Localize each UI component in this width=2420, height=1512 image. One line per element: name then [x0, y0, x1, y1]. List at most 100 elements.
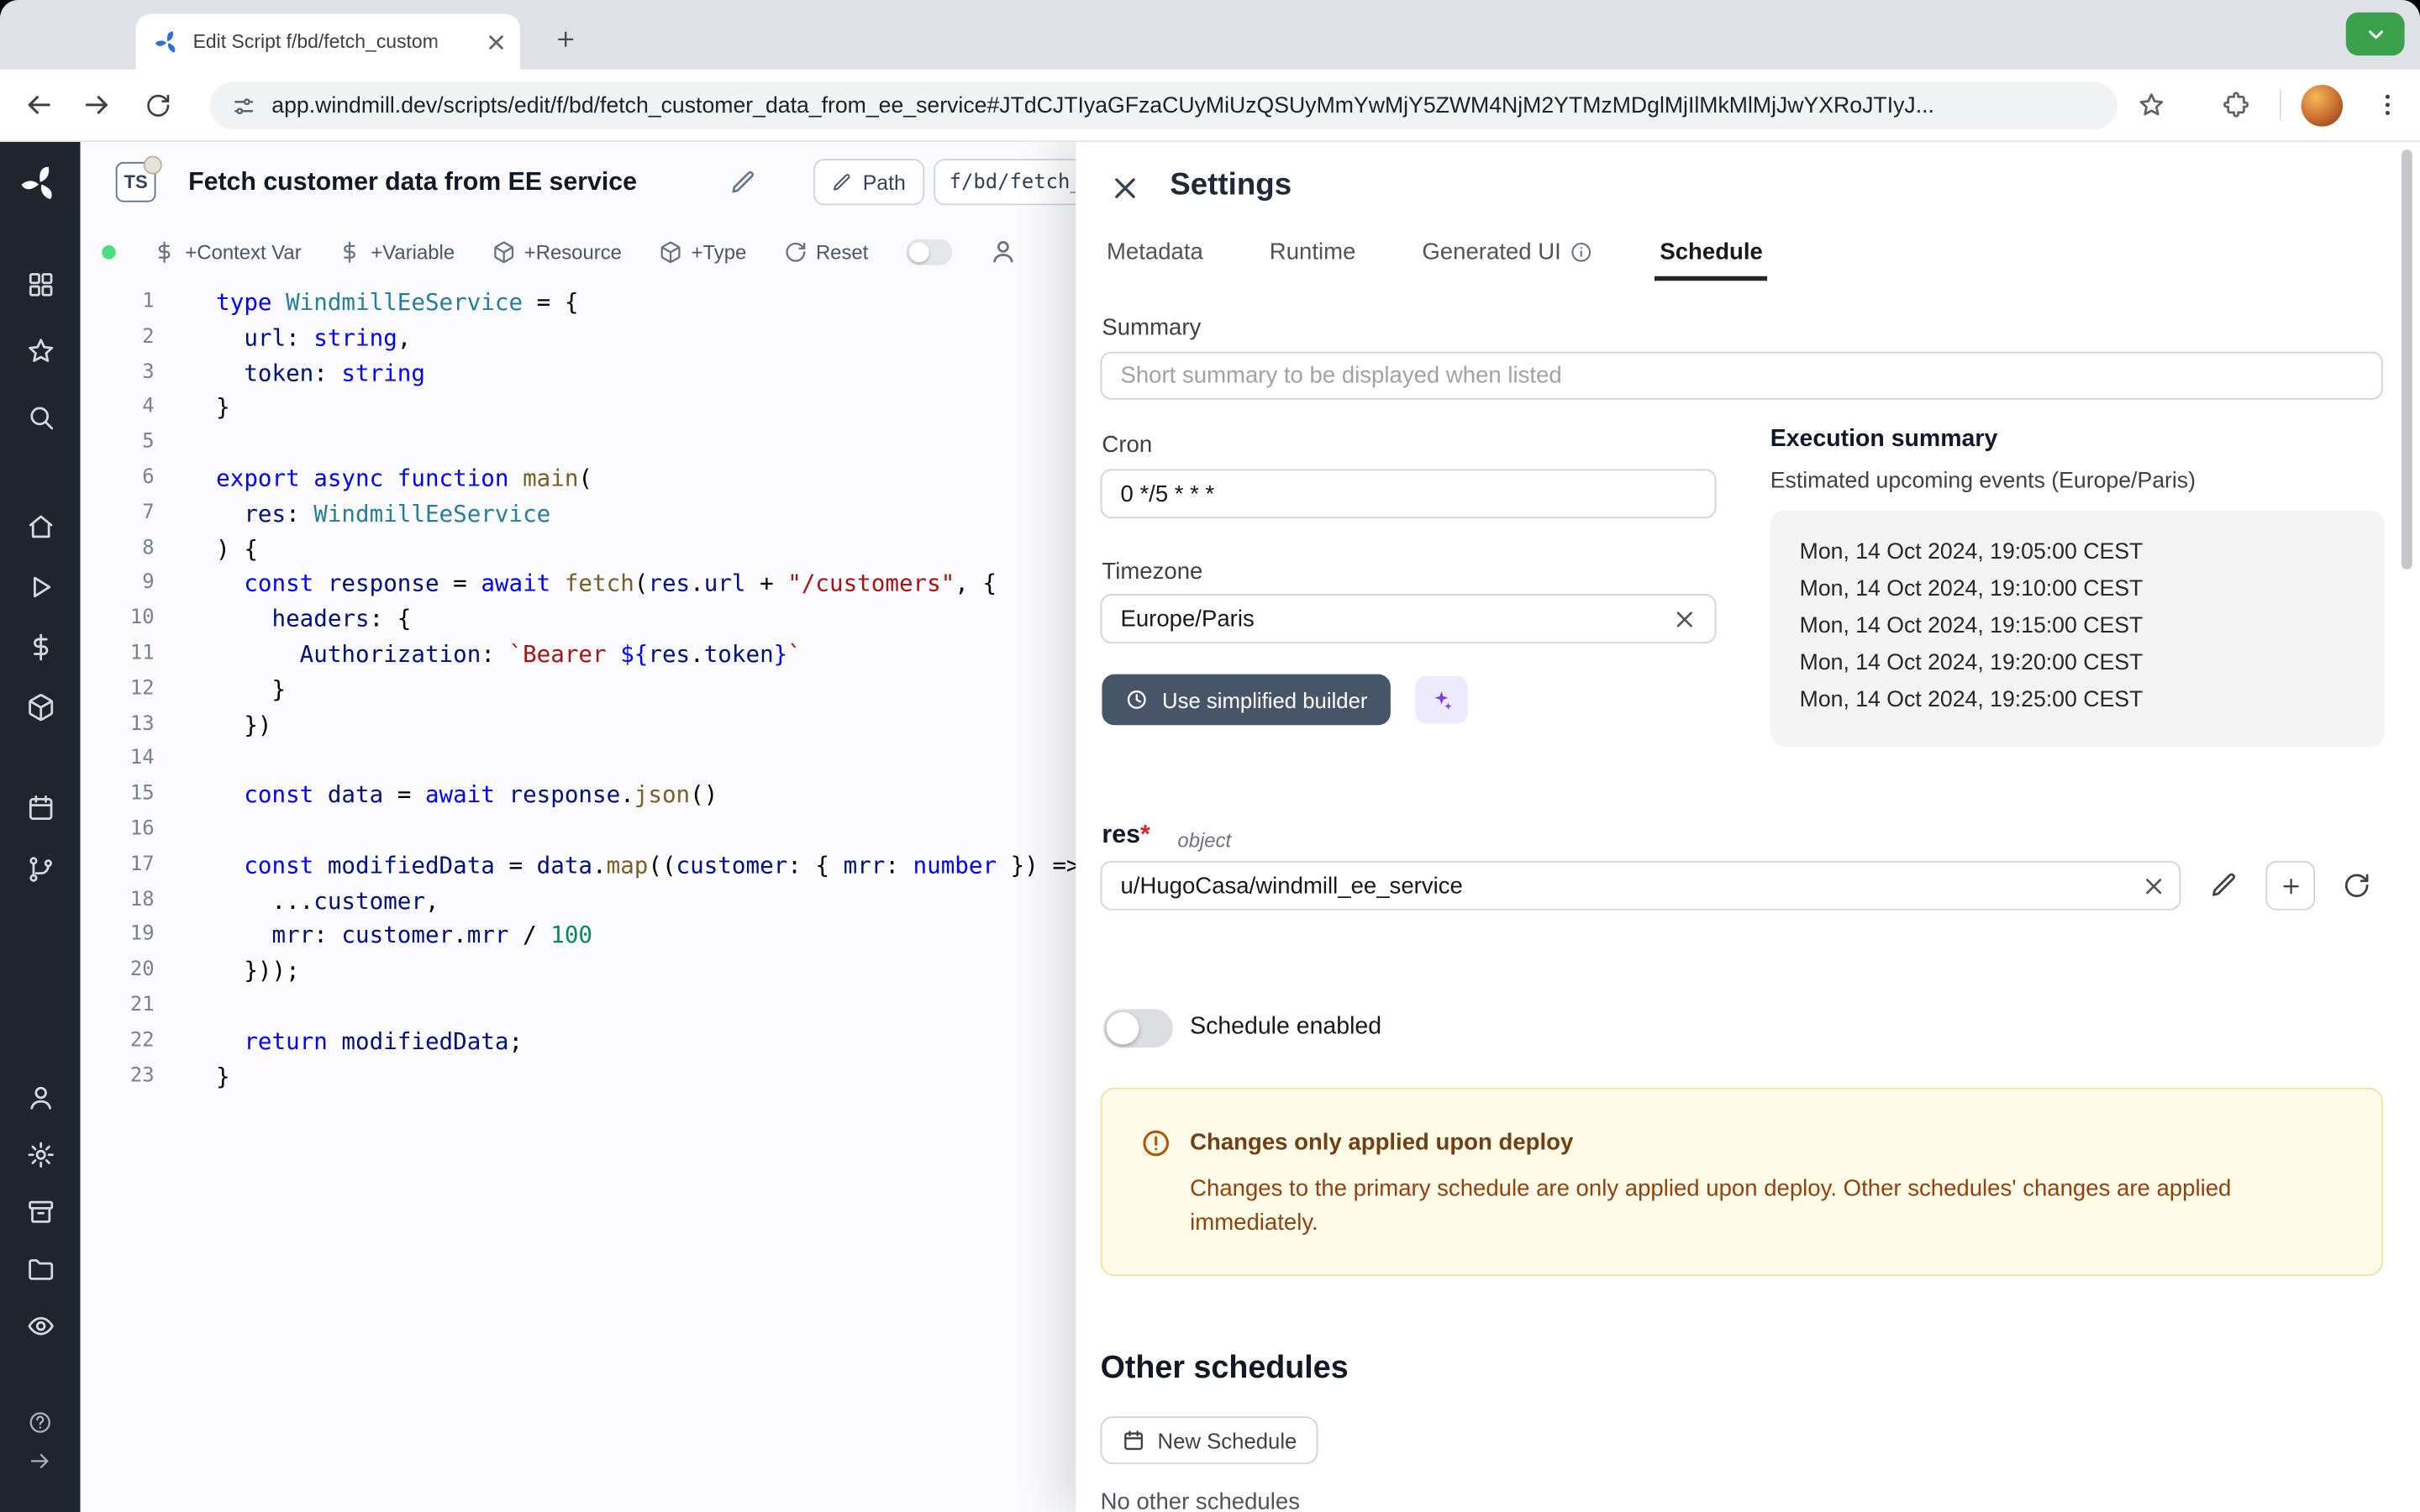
- code-line: mrr: customer.mrr / 100: [216, 918, 1122, 953]
- toolbar-resource-button[interactable]: +Resource: [492, 240, 622, 264]
- toolbar-context-var-button[interactable]: +Context Var: [153, 240, 302, 264]
- sidebar-item-flows[interactable]: [22, 850, 59, 887]
- line-number: 14: [81, 743, 155, 778]
- gear-icon: [25, 1139, 55, 1168]
- tab-close-icon[interactable]: [485, 30, 508, 54]
- simplified-builder-button[interactable]: Use simplified builder: [1102, 675, 1391, 726]
- settings-panel: Settings MetadataRuntimeGenerated UISche…: [1076, 142, 2420, 1512]
- resource-edit-pencil-icon[interactable]: [2210, 872, 2238, 900]
- tab-strip: Edit Script f/bd/fetch_custom: [0, 0, 2420, 70]
- windmill-logo-icon[interactable]: [20, 164, 60, 204]
- search-icon: [25, 402, 55, 431]
- code-line: }): [216, 707, 1122, 743]
- forward-button[interactable]: [77, 85, 118, 125]
- line-number: 19: [81, 918, 155, 953]
- url-text: app.windmill.dev/scripts/edit/f/bd/fetch…: [271, 93, 2096, 118]
- deploy-warning-box: Changes only applied upon deploy Changes…: [1101, 1088, 2383, 1276]
- upcoming-event-row: Mon, 14 Oct 2024, 19:25:00 CEST: [1800, 682, 2385, 719]
- tab-title: Edit Script f/bd/fetch_custom: [193, 31, 472, 53]
- sidebar-item-home[interactable]: [22, 507, 59, 544]
- eye-icon: [25, 1310, 55, 1340]
- reload-icon: [145, 92, 171, 118]
- sidebar-item-expand-sidebar[interactable]: [26, 1447, 54, 1475]
- edit-title-pencil-icon[interactable]: [730, 170, 756, 196]
- code-line: return modifiedData;: [216, 1024, 1122, 1059]
- sidebar-item-favorites[interactable]: [22, 332, 59, 369]
- upcoming-event-row: Mon, 14 Oct 2024, 19:10:00 CEST: [1800, 571, 2385, 608]
- back-button[interactable]: [18, 85, 59, 125]
- resource-refresh-icon[interactable]: [2343, 872, 2370, 900]
- timezone-input[interactable]: [1101, 594, 1717, 643]
- new-schedule-button[interactable]: New Schedule: [1101, 1416, 1318, 1464]
- resource-add-button[interactable]: [2265, 861, 2315, 911]
- summary-label: Summary: [1102, 315, 1201, 341]
- upcoming-event-row: Mon, 14 Oct 2024, 19:05:00 CEST: [1800, 534, 2385, 571]
- sidebar-item-users[interactable]: [22, 1079, 59, 1116]
- package-icon: [492, 240, 515, 264]
- settings-tab-metadata[interactable]: Metadata: [1102, 228, 1207, 281]
- clock-icon: [1125, 688, 1149, 711]
- resource-input[interactable]: [1101, 861, 2181, 911]
- code-line: url: string,: [216, 321, 1122, 356]
- alert-circle-icon: [1140, 1128, 1171, 1159]
- sidebar-item-workers[interactable]: [22, 1193, 59, 1230]
- grid-icon: [25, 270, 55, 299]
- sidebar-item-audit-logs[interactable]: [22, 1307, 59, 1344]
- code-line: }: [216, 672, 1122, 707]
- windmill-favicon-icon: [155, 29, 181, 55]
- chevron-down-icon: [2364, 23, 2387, 46]
- code-line: [216, 426, 1122, 461]
- profile-avatar[interactable]: [2302, 85, 2344, 127]
- sidebar-item-folders[interactable]: [22, 1250, 59, 1287]
- close-settings-icon[interactable]: [1108, 171, 1142, 205]
- summary-input[interactable]: [1101, 352, 2383, 400]
- ai-cron-button[interactable]: [1415, 675, 1467, 723]
- toolbar-chip-label: +Variable: [371, 240, 455, 264]
- assistant-toggle[interactable]: [905, 239, 951, 265]
- settings-tab-generated-ui[interactable]: Generated UI: [1418, 228, 1598, 281]
- play-icon: [25, 572, 55, 601]
- resource-clear-icon[interactable]: [2141, 874, 2167, 900]
- sidebar-item-runs[interactable]: [22, 568, 59, 605]
- extensions-button[interactable]: [2217, 85, 2257, 125]
- site-settings-icon[interactable]: [232, 93, 256, 118]
- toolbar-variable-button[interactable]: +Variable: [339, 240, 455, 264]
- reload-button[interactable]: [137, 85, 177, 125]
- code-line: const response = await fetch(res.url + "…: [216, 567, 1122, 602]
- sidebar-item-apps[interactable]: [22, 265, 59, 302]
- line-number: 8: [81, 532, 155, 567]
- address-bar[interactable]: app.windmill.dev/scripts/edit/f/bd/fetch…: [210, 81, 2118, 129]
- browser-tab[interactable]: Edit Script f/bd/fetch_custom: [136, 14, 520, 70]
- toolbar-type-button[interactable]: +Type: [659, 240, 746, 264]
- timezone-clear-icon[interactable]: [1671, 606, 1697, 633]
- sidebar-item-resources[interactable]: [22, 688, 59, 725]
- schedule-enabled-toggle[interactable]: [1103, 1009, 1173, 1047]
- timezone-label: Timezone: [1102, 559, 1202, 585]
- sidebar-item-schedules[interactable]: [22, 789, 59, 826]
- bookmark-star-button[interactable]: [2132, 85, 2172, 125]
- resource-arg-name: res*: [1102, 821, 1150, 850]
- package-icon: [659, 240, 682, 264]
- settings-tab-schedule[interactable]: Schedule: [1655, 228, 1768, 281]
- sidebar-item-settings[interactable]: [22, 1136, 59, 1173]
- new-tab-button[interactable]: [544, 17, 587, 60]
- browser-window: Edit Script f/bd/fetch_custom app.windmi…: [0, 0, 2420, 1512]
- tab-label: Schedule: [1660, 239, 1762, 265]
- browser-menu-button[interactable]: [2368, 85, 2408, 125]
- browser-update-button[interactable]: [2346, 13, 2405, 55]
- help-icon: [28, 1410, 52, 1435]
- cron-input[interactable]: [1101, 469, 1717, 518]
- package-icon: [25, 692, 55, 722]
- code-editor[interactable]: type WindmillEeService = { url: string, …: [216, 286, 1122, 1095]
- line-number: 10: [81, 602, 155, 638]
- panel-scrollbar-thumb[interactable]: [2402, 150, 2412, 570]
- plus-icon: [2279, 874, 2302, 898]
- sidebar-item-variables[interactable]: [22, 628, 59, 665]
- sidebar-item-search[interactable]: [22, 398, 59, 435]
- path-button[interactable]: Path: [813, 159, 924, 205]
- sidebar-item-help[interactable]: [26, 1409, 54, 1436]
- toolbar-reset-button[interactable]: Reset: [783, 240, 868, 264]
- toolbar-chip-label: +Type: [692, 240, 747, 264]
- toolbar-chip-label: +Context Var: [185, 240, 301, 264]
- settings-tab-runtime[interactable]: Runtime: [1265, 228, 1360, 281]
